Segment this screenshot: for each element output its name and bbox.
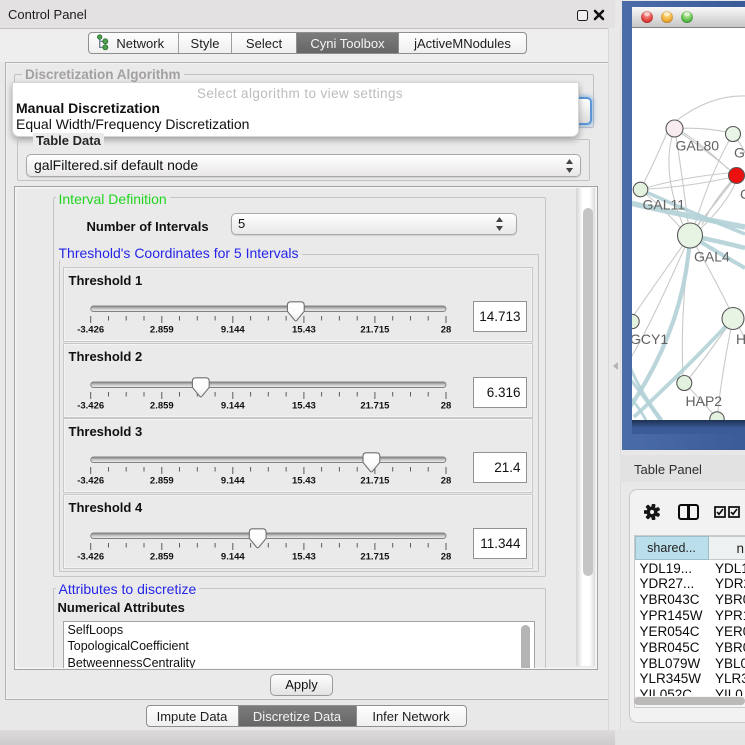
svg-text:GAL4: GAL4 xyxy=(694,249,730,265)
svg-text:-3.426: -3.426 xyxy=(77,476,104,487)
svg-text:28: 28 xyxy=(440,400,451,411)
svg-text:21.715: 21.715 xyxy=(360,551,390,562)
svg-text:H: H xyxy=(736,331,745,347)
svg-text:2.859: 2.859 xyxy=(149,476,173,487)
svg-text:Threshold 1: Threshold 1 xyxy=(68,273,142,288)
svg-text:9.144: 9.144 xyxy=(220,551,244,562)
svg-text:-3.426: -3.426 xyxy=(77,400,104,411)
svg-text:15.43: 15.43 xyxy=(292,400,316,411)
svg-text:GAL80: GAL80 xyxy=(676,138,720,154)
svg-text:Threshold 2: Threshold 2 xyxy=(68,349,142,364)
svg-text:C: C xyxy=(740,186,745,202)
svg-text:15.43: 15.43 xyxy=(292,551,316,562)
svg-text:2.859: 2.859 xyxy=(149,325,173,336)
svg-text:Threshold 4: Threshold 4 xyxy=(68,500,142,515)
svg-text:Threshold 3: Threshold 3 xyxy=(68,424,142,439)
svg-text:GA: GA xyxy=(734,145,745,161)
svg-text:2.859: 2.859 xyxy=(149,551,173,562)
svg-text:28: 28 xyxy=(440,476,451,487)
svg-text:-3.426: -3.426 xyxy=(77,325,104,336)
svg-text:21.715: 21.715 xyxy=(360,325,390,336)
svg-text:15.43: 15.43 xyxy=(292,476,316,487)
svg-text:9.144: 9.144 xyxy=(220,400,244,411)
svg-text:28: 28 xyxy=(440,325,451,336)
svg-text:GCY1: GCY1 xyxy=(632,331,668,347)
svg-text:9.144: 9.144 xyxy=(220,476,244,487)
svg-text:28: 28 xyxy=(440,551,451,562)
svg-text:2.859: 2.859 xyxy=(149,400,173,411)
svg-text:-3.426: -3.426 xyxy=(77,551,104,562)
svg-text:9.144: 9.144 xyxy=(220,325,244,336)
svg-text:15.43: 15.43 xyxy=(292,325,316,336)
svg-text:GAL11: GAL11 xyxy=(643,197,686,213)
svg-text:21.715: 21.715 xyxy=(360,476,390,487)
svg-text:HAP2: HAP2 xyxy=(686,393,723,409)
svg-text:21.715: 21.715 xyxy=(360,400,390,411)
